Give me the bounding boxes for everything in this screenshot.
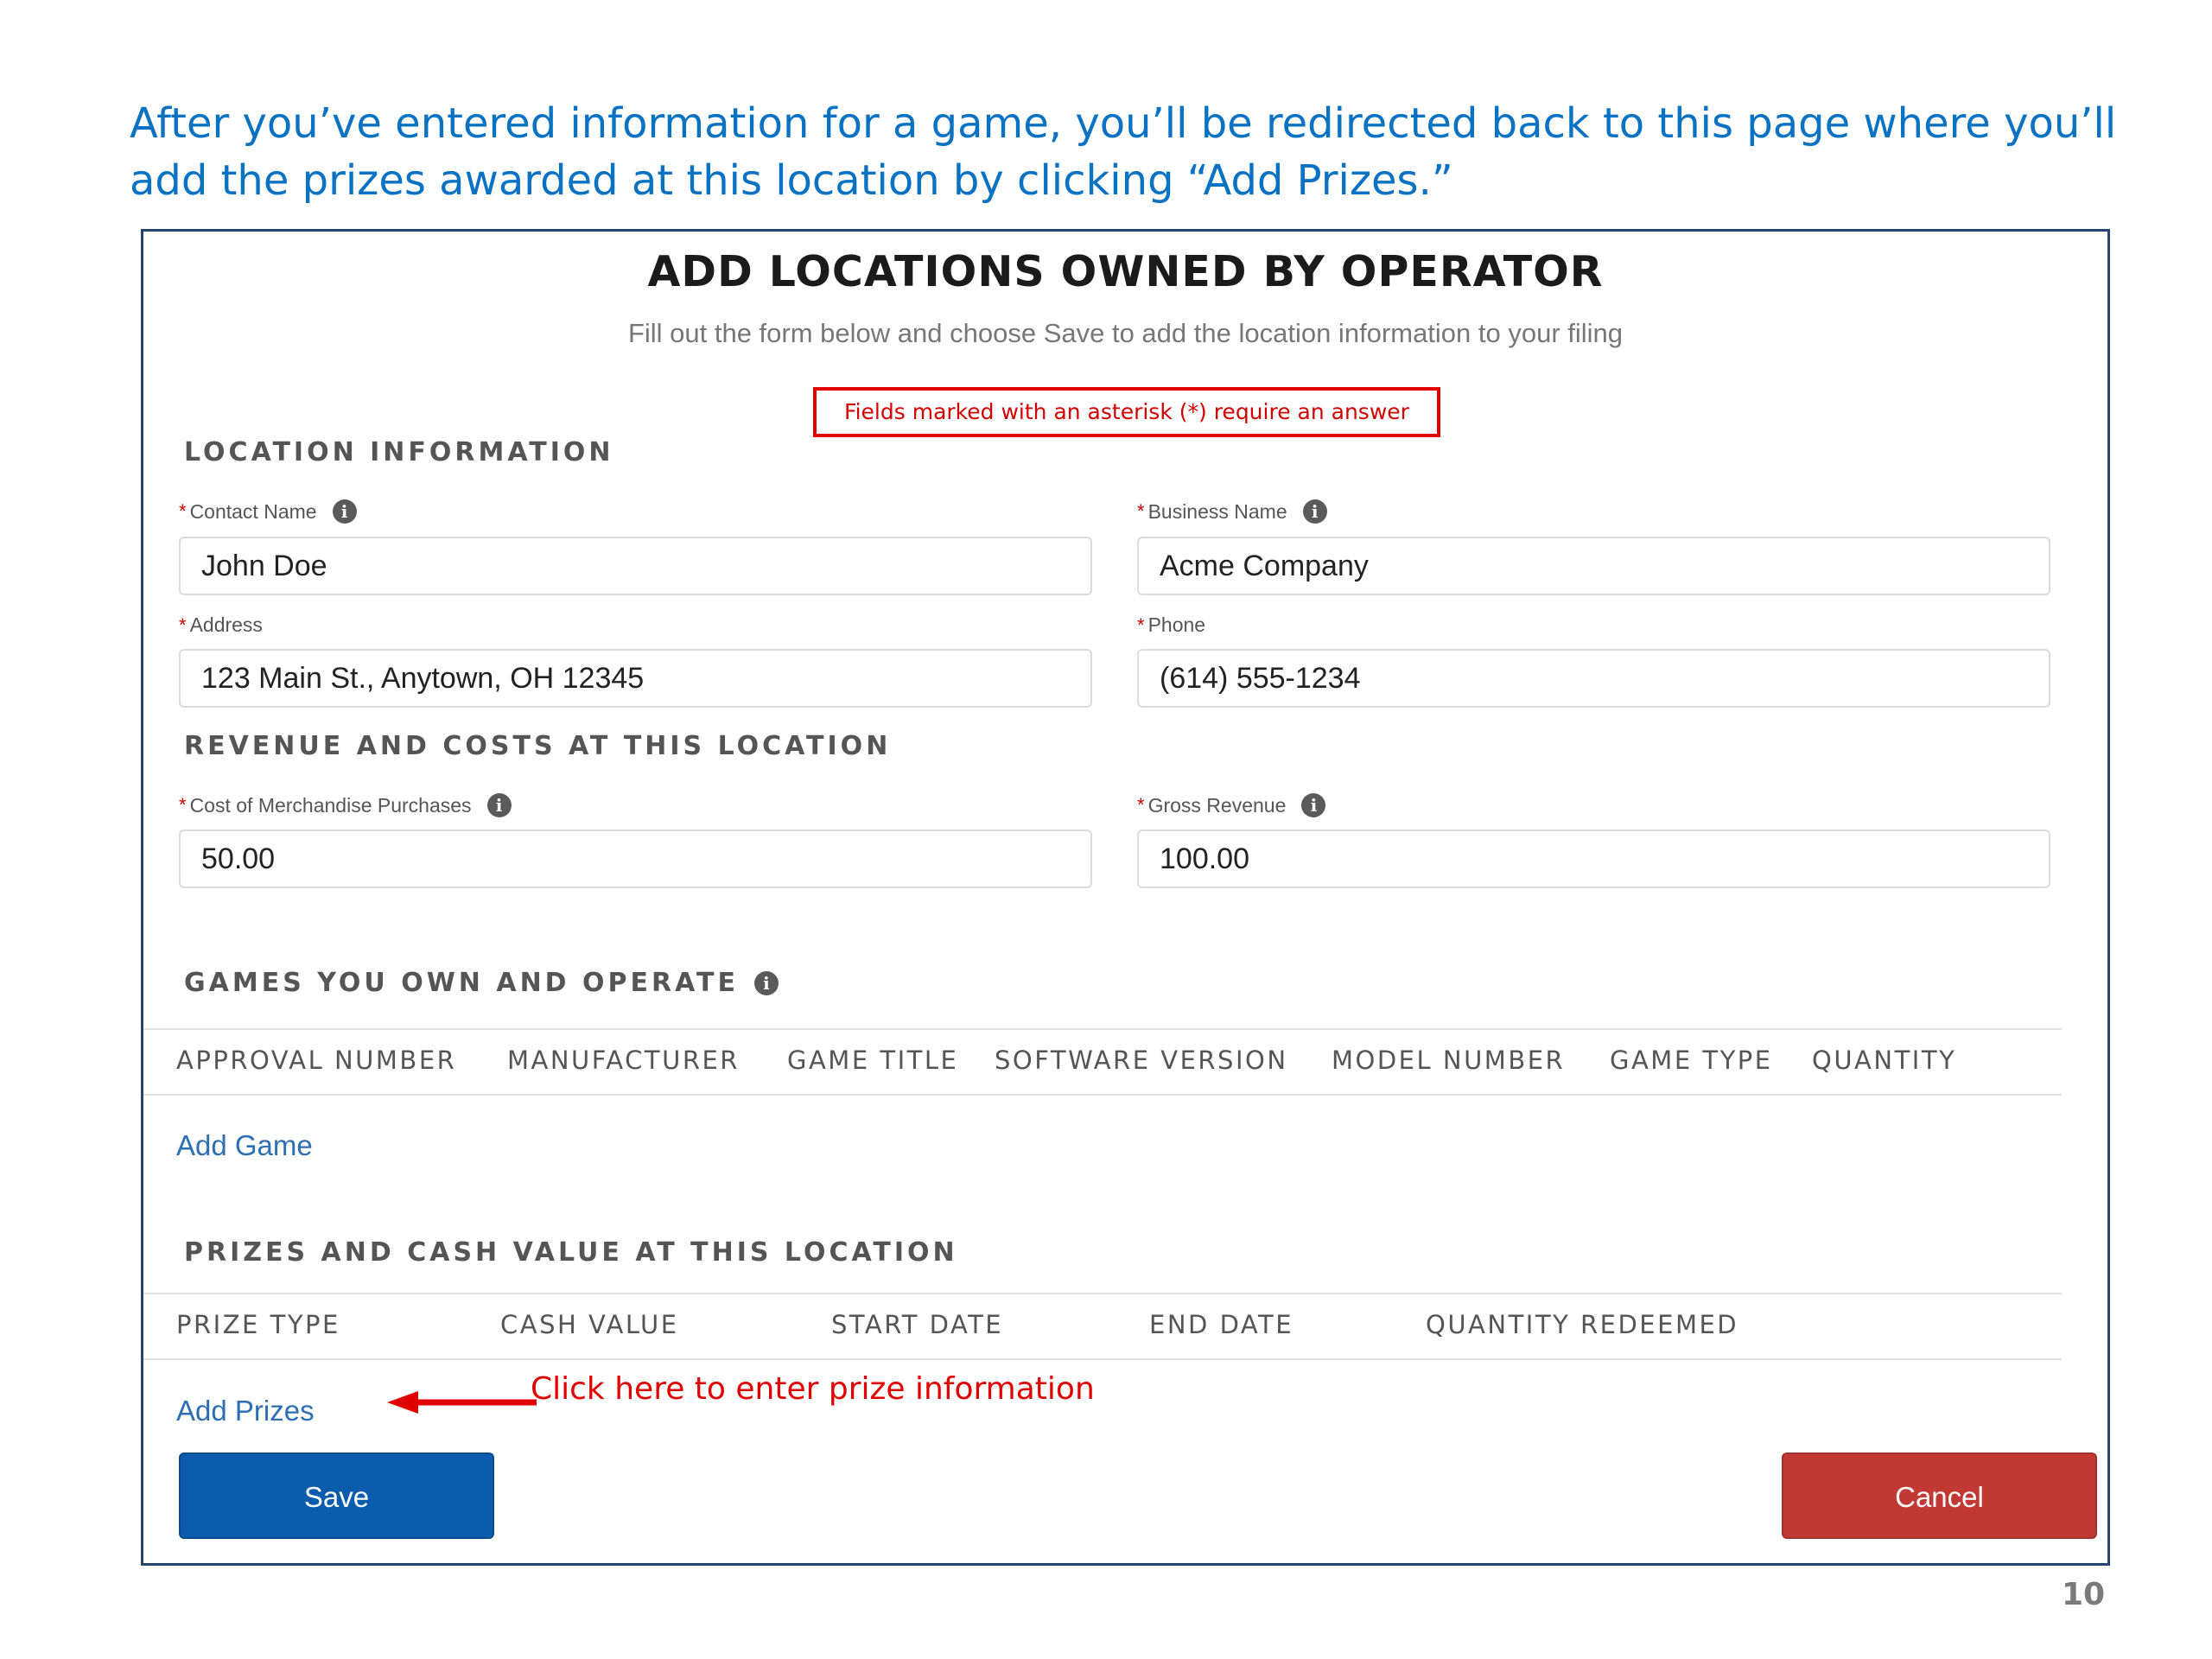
prizes-section-heading: PRIZES AND CASH VALUE AT THIS LOCATION: [184, 1237, 958, 1268]
info-icon[interactable]: i: [332, 499, 357, 524]
games-section-heading: GAMES YOU OWN AND OPERATE i: [184, 968, 779, 998]
prizes-col-end: END DATE: [1149, 1310, 1294, 1339]
required-asterisk: *: [1137, 794, 1145, 816]
contact-name-label: * Contact Name i: [179, 499, 357, 524]
prize-hint-annotation: Click here to enter prize information: [531, 1371, 1095, 1407]
required-asterisk: *: [179, 794, 187, 816]
required-notice: Fields marked with an asterisk (*) requi…: [813, 387, 1440, 437]
games-table-header: APPROVAL NUMBER MANUFACTURER GAME TITLE …: [143, 1028, 2062, 1096]
prizes-col-start: START DATE: [831, 1310, 1004, 1339]
form-panel: ADD LOCATIONS OWNED BY OPERATOR Fill out…: [141, 229, 2110, 1566]
gross-revenue-field[interactable]: 100.00: [1137, 830, 2050, 888]
business-name-field[interactable]: Acme Company: [1137, 537, 2050, 595]
prizes-col-cash: CASH VALUE: [500, 1310, 679, 1339]
required-asterisk: *: [1137, 500, 1145, 522]
page-number: 10: [2062, 1577, 2106, 1612]
add-game-link[interactable]: Add Game: [176, 1129, 313, 1162]
required-asterisk: *: [1137, 613, 1145, 636]
required-asterisk: *: [179, 613, 187, 636]
games-col-type: GAME TYPE: [1610, 1046, 1773, 1075]
prizes-col-quantity: QUANTITY REDEEMED: [1426, 1310, 1739, 1339]
games-col-approval: APPROVAL NUMBER: [176, 1046, 457, 1075]
cost-label: * Cost of Merchandise Purchases i: [179, 793, 512, 817]
gross-revenue-label: * Gross Revenue i: [1137, 793, 1326, 817]
phone-label-text: Phone: [1147, 613, 1206, 636]
form-subtitle: Fill out the form below and choose Save …: [627, 318, 1624, 348]
required-asterisk: *: [179, 500, 187, 522]
cost-label-text: Cost of Merchandise Purchases: [189, 793, 472, 817]
contact-name-label-text: Contact Name: [189, 499, 317, 523]
business-name-label-text: Business Name: [1147, 499, 1287, 523]
games-col-title: GAME TITLE: [787, 1046, 959, 1075]
games-col-quantity: QUANTITY: [1812, 1046, 1957, 1075]
location-section-heading: LOCATION INFORMATION: [184, 437, 614, 467]
games-heading-text: GAMES YOU OWN AND OPERATE: [184, 968, 739, 998]
intro-text: After you’ve entered information for a g…: [130, 99, 2117, 205]
arrow-left-icon: [387, 1391, 537, 1414]
address-field[interactable]: 123 Main St., Anytown, OH 12345: [179, 649, 1092, 708]
prizes-table-header: PRIZE TYPE CASH VALUE START DATE END DAT…: [143, 1293, 2062, 1360]
cost-field[interactable]: 50.00: [179, 830, 1092, 888]
phone-label: * Phone: [1137, 613, 1205, 637]
games-col-software: SOFTWARE VERSION: [995, 1046, 1288, 1075]
add-prizes-link[interactable]: Add Prizes: [176, 1395, 315, 1427]
save-button[interactable]: Save: [179, 1452, 494, 1539]
info-icon[interactable]: i: [753, 970, 779, 995]
prizes-col-type: PRIZE TYPE: [176, 1310, 340, 1339]
business-name-label: * Business Name i: [1137, 499, 1327, 524]
form-title: ADD LOCATIONS OWNED BY OPERATOR: [647, 247, 1604, 296]
games-col-manufacturer: MANUFACTURER: [507, 1046, 740, 1075]
revenue-section-heading: REVENUE AND COSTS AT THIS LOCATION: [184, 731, 892, 761]
gross-revenue-label-text: Gross Revenue: [1147, 793, 1287, 817]
phone-field[interactable]: (614) 555-1234: [1137, 649, 2050, 708]
cancel-button[interactable]: Cancel: [1782, 1452, 2097, 1539]
info-icon[interactable]: i: [486, 793, 512, 817]
contact-name-field[interactable]: John Doe: [179, 537, 1092, 595]
games-col-model: MODEL NUMBER: [1332, 1046, 1566, 1075]
info-icon[interactable]: i: [1301, 793, 1326, 817]
address-label: * Address: [179, 613, 263, 637]
address-label-text: Address: [189, 613, 263, 636]
info-icon[interactable]: i: [1302, 499, 1327, 524]
